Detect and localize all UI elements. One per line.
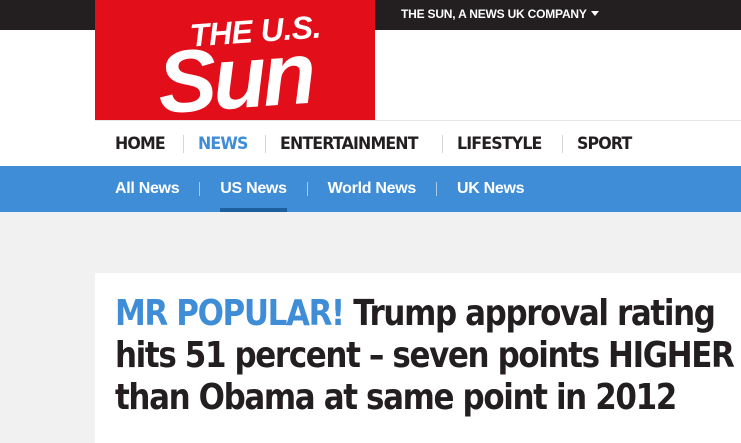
nav-item-lifestyle[interactable]: LIFESTYLE: [457, 134, 542, 154]
headline-kicker: MR POPULAR!: [115, 293, 345, 334]
subnav-item-all-news[interactable]: All News: [115, 166, 180, 212]
nav-divider: [441, 134, 443, 153]
article-card: MR POPULAR! Trump approval rating hits 5…: [95, 273, 741, 443]
subnav-item-uk-news[interactable]: UK News: [457, 166, 525, 212]
caret-down-icon: [590, 11, 599, 16]
article-headline[interactable]: MR POPULAR! Trump approval rating hits 5…: [115, 293, 735, 419]
subnav-item-us-news[interactable]: US News: [220, 166, 288, 212]
subnav-divider: [199, 182, 201, 196]
nav-item-sport[interactable]: SPORT: [577, 134, 632, 154]
subnav-divider: [306, 182, 308, 196]
sun-logo-graphic: THE U.S. Sun: [154, 8, 321, 120]
section-sub-nav: All News US News World News UK News: [0, 166, 741, 212]
nav-divider: [561, 134, 563, 153]
company-menu-link[interactable]: THE SUN, A NEWS UK COMPANY: [401, 7, 599, 21]
logo-line2: Sun: [154, 23, 316, 120]
nav-divider: [182, 134, 184, 153]
subnav-divider: [435, 182, 437, 196]
nav-item-news[interactable]: NEWS: [198, 134, 248, 154]
nav-divider: [264, 134, 266, 153]
nav-item-home[interactable]: HOME: [115, 134, 166, 154]
site-logo[interactable]: THE U.S. Sun: [95, 0, 375, 120]
primary-nav: HOME NEWS ENTERTAINMENT LIFESTYLE SPORT: [95, 120, 741, 166]
company-menu-label: THE SUN, A NEWS UK COMPANY: [401, 7, 587, 21]
nav-item-entertainment[interactable]: ENTERTAINMENT: [280, 134, 418, 154]
page-body: MR POPULAR! Trump approval rating hits 5…: [0, 212, 741, 443]
subnav-item-world-news[interactable]: World News: [328, 166, 417, 212]
